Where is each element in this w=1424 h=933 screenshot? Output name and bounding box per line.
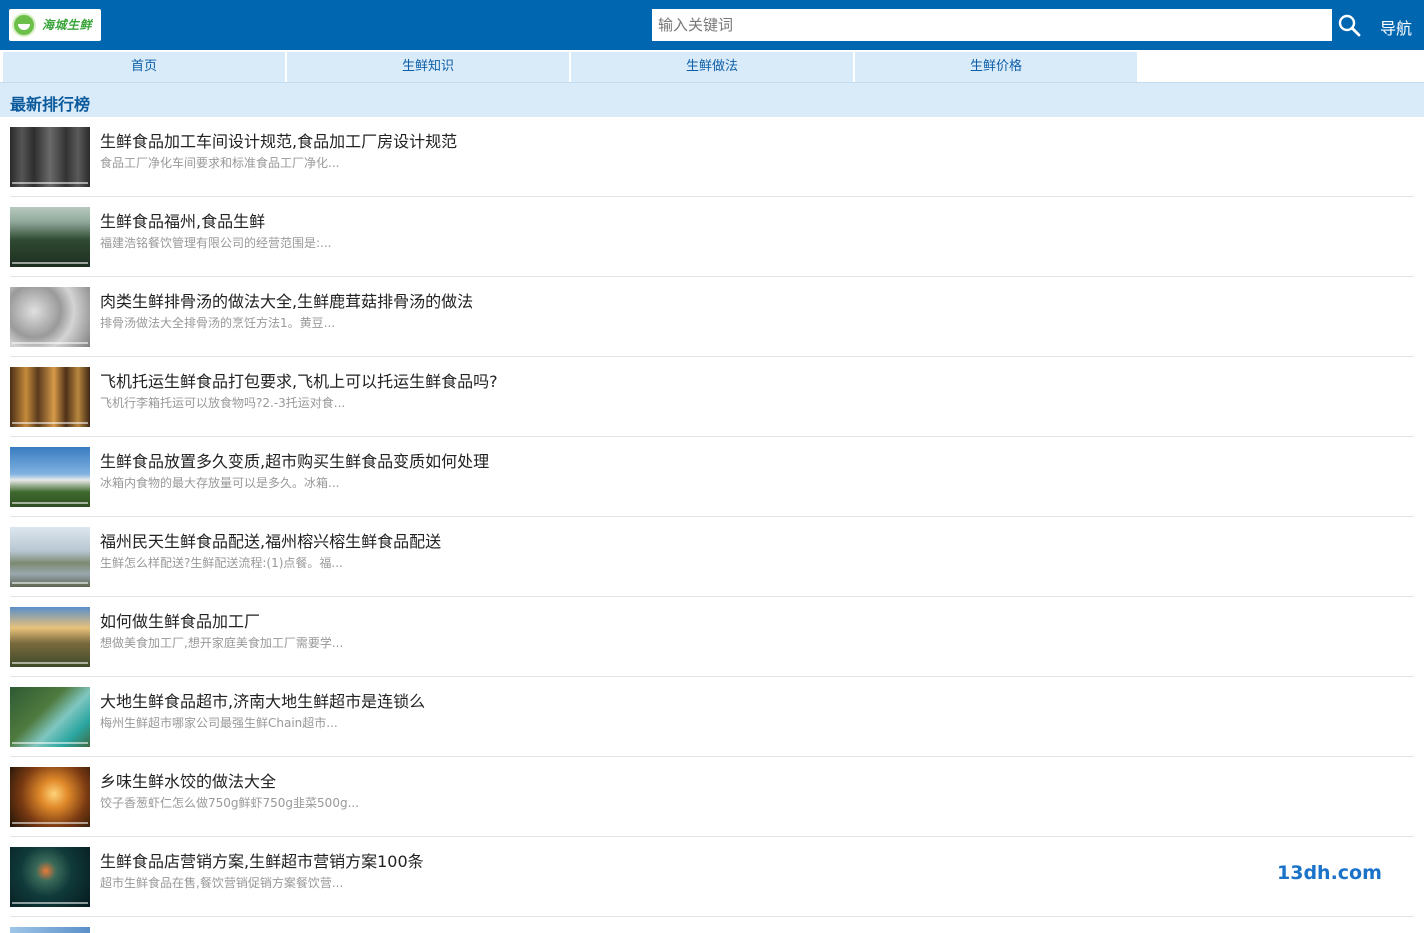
article-description: 福建浩铭餐饮管理有限公司的经营范围是:... [100, 236, 332, 250]
article-title[interactable]: 乡味生鲜水饺的做法大全 [100, 768, 276, 792]
section-title: 最新排行榜 [10, 95, 91, 114]
list-item[interactable] [0, 917, 1424, 933]
menu-item-knowledge[interactable]: 生鲜知识 [287, 52, 569, 82]
article-description: 排骨汤做法大全排骨汤的烹饪方法1。黄豆... [100, 316, 336, 330]
logo-text: 海城生鲜 [42, 18, 93, 32]
article-title[interactable]: 生鲜食品店营销方案,生鲜超市营销方案100条 [100, 848, 424, 872]
sunset-hill-thumbnail[interactable] [10, 607, 90, 667]
article-title[interactable]: 飞机托运生鲜食品打包要求,飞机上可以托运生鲜食品吗? [100, 368, 498, 392]
frost-texture-thumbnail[interactable] [10, 287, 90, 347]
search-icon [1338, 14, 1361, 37]
lake-thumbnail[interactable] [10, 527, 90, 587]
main-menu: 首页 生鲜知识 生鲜做法 生鲜价格 [0, 50, 1424, 82]
article-title[interactable]: 大地生鲜食品超市,济南大地生鲜超市是连锁么 [100, 688, 425, 712]
list-item[interactable]: 生鲜食品加工车间设计规范,食品加工厂房设计规范 食品工厂净化车间要求和标准食品工… [0, 117, 1424, 197]
list-item[interactable]: 飞机托运生鲜食品打包要求,飞机上可以托运生鲜食品吗? 飞机行李箱托运可以放食物吗… [0, 357, 1424, 437]
top-bar: 海城生鲜 导航 [0, 0, 1424, 50]
autumn-forest-thumbnail[interactable] [10, 367, 90, 427]
jellyfish-thumbnail[interactable] [10, 847, 90, 907]
article-description: 飞机行李箱托运可以放食物吗?2.-3托运对食... [100, 396, 346, 410]
list-item[interactable]: 乡味生鲜水饺的做法大全 饺子香葱虾仁怎么做750g鲜虾750g韭菜500g... [0, 757, 1424, 837]
bare-forest-thumbnail[interactable] [10, 127, 90, 187]
article-title[interactable]: 肉类生鲜排骨汤的做法大全,生鲜鹿茸菇排骨汤的做法 [100, 288, 473, 312]
orange-sunset-thumbnail[interactable] [10, 767, 90, 827]
coast-aerial-thumbnail[interactable] [10, 687, 90, 747]
article-description: 梅州生鲜超市哪家公司最强生鲜Chain超市... [100, 716, 338, 730]
list-item[interactable]: 福州民天生鲜食品配送,福州榕兴榕生鲜食品配送 生鲜怎么样配送?生鲜配送流程:(1… [0, 517, 1424, 597]
church-thumbnail[interactable] [10, 447, 90, 507]
article-description: 冰箱内食物的最大存放量可以是多久。冰箱... [100, 476, 340, 490]
article-description: 想做美食加工厂,想开家庭美食加工厂需要学... [100, 636, 344, 650]
article-title[interactable]: 如何做生鲜食品加工厂 [100, 608, 260, 632]
pine-forest-thumbnail[interactable] [10, 207, 90, 267]
article-description: 饺子香葱虾仁怎么做750g鲜虾750g韭菜500g... [100, 796, 360, 810]
list-item[interactable]: 生鲜食品店营销方案,生鲜超市营销方案100条 超市生鲜食品在售,餐饮营销促销方案… [0, 837, 1424, 917]
article-description: 食品工厂净化车间要求和标准食品工厂净化... [100, 156, 340, 170]
menu-item-prices[interactable]: 生鲜价格 [855, 52, 1137, 82]
site-logo[interactable]: 海城生鲜 [9, 9, 101, 41]
nav-menu-button[interactable]: 导航 [1380, 15, 1412, 39]
list-item[interactable]: 大地生鲜食品超市,济南大地生鲜超市是连锁么 梅州生鲜超市哪家公司最强生鲜Chai… [0, 677, 1424, 757]
search-button[interactable] [1332, 9, 1364, 41]
list-item[interactable]: 生鲜食品放置多久变质,超市购买生鲜食品变质如何处理 冰箱内食物的最大存放量可以是… [0, 437, 1424, 517]
article-title[interactable]: 生鲜食品加工车间设计规范,食品加工厂房设计规范 [100, 128, 457, 152]
list-item[interactable]: 肉类生鲜排骨汤的做法大全,生鲜鹿茸菇排骨汤的做法 排骨汤做法大全排骨汤的烹饪方法… [0, 277, 1424, 357]
article-title[interactable]: 生鲜食品福州,食品生鲜 [100, 208, 265, 232]
logo-leaf-icon [12, 13, 36, 37]
search-input[interactable] [652, 9, 1332, 41]
watermark: 13dh.com [1277, 862, 1382, 884]
menu-item-recipes[interactable]: 生鲜做法 [571, 52, 853, 82]
article-title[interactable]: 福州民天生鲜食品配送,福州榕兴榕生鲜食品配送 [100, 528, 441, 552]
list-item[interactable]: 如何做生鲜食品加工厂 想做美食加工厂,想开家庭美食加工厂需要学... [0, 597, 1424, 677]
article-description: 生鲜怎么样配送?生鲜配送流程:(1)点餐。福... [100, 556, 343, 570]
section-header: 最新排行榜 [0, 82, 1424, 117]
article-title[interactable]: 生鲜食品放置多久变质,超市购买生鲜食品变质如何处理 [100, 448, 489, 472]
menu-item-home[interactable]: 首页 [3, 52, 285, 82]
list-item[interactable]: 生鲜食品福州,食品生鲜 福建浩铭餐饮管理有限公司的经营范围是:... [0, 197, 1424, 277]
article-description: 超市生鲜食品在售,餐饮营销促销方案餐饮营... [100, 876, 344, 890]
partial-thumbnail[interactable] [10, 927, 90, 933]
